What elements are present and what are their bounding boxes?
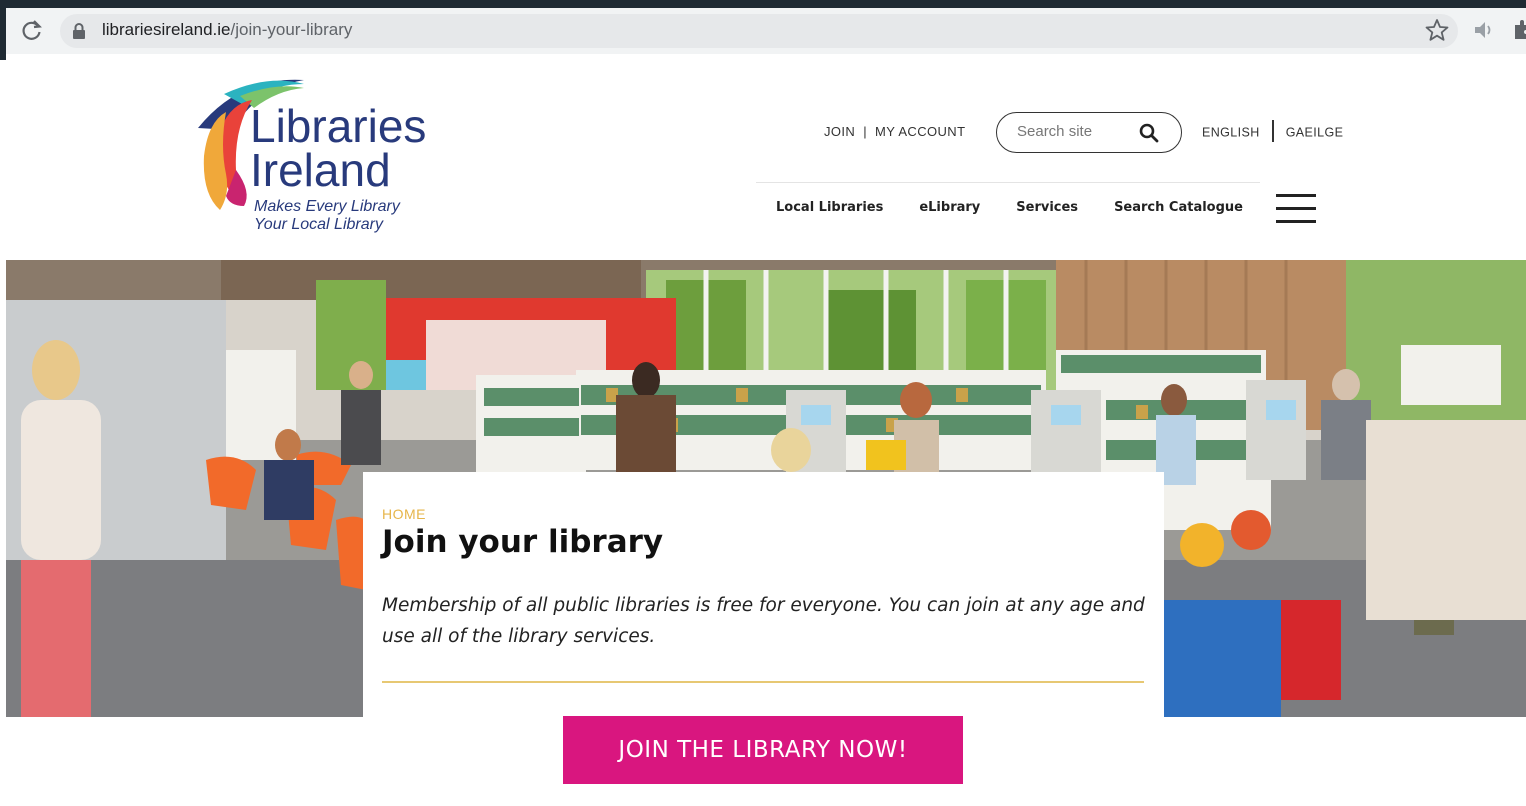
nav-search-catalogue[interactable]: Search Catalogue bbox=[1114, 200, 1243, 215]
browser-frame: librariesireland.ie/join-your-library bbox=[0, 0, 1526, 60]
logo-wordmark-ireland: Ireland bbox=[250, 144, 391, 196]
page-title: Join your library bbox=[382, 524, 664, 560]
hamburger-menu-icon[interactable] bbox=[1276, 194, 1316, 224]
extension-icon[interactable] bbox=[1512, 19, 1526, 41]
logo-tagline-2: Your Local Library bbox=[254, 216, 384, 233]
join-library-now-button[interactable]: JOIN THE LIBRARY NOW! bbox=[563, 716, 963, 784]
logo-tagline-1: Makes Every Library bbox=[254, 198, 401, 215]
language-english-link[interactable]: ENGLISH bbox=[1202, 125, 1260, 139]
star-icon[interactable] bbox=[1424, 17, 1450, 43]
speaker-icon[interactable] bbox=[1472, 19, 1496, 41]
join-link[interactable]: JOIN bbox=[824, 124, 855, 139]
main-nav: Local Libraries eLibrary Services Search Ca… bbox=[776, 200, 1243, 215]
my-account-link[interactable]: MY ACCOUNT bbox=[875, 124, 965, 139]
libraries-ireland-logo[interactable]: Libraries Ireland Makes Every Library Yo… bbox=[180, 74, 440, 236]
nav-elibrary[interactable]: eLibrary bbox=[919, 200, 980, 215]
header-divider bbox=[756, 182, 1260, 183]
browser-toolbar: librariesireland.ie/join-your-library bbox=[6, 8, 1526, 54]
nav-services[interactable]: Services bbox=[1016, 200, 1078, 215]
breadcrumb-home[interactable]: HOME bbox=[382, 506, 426, 522]
lock-icon[interactable] bbox=[72, 23, 86, 39]
search-icon[interactable] bbox=[1139, 123, 1159, 143]
nav-local-libraries[interactable]: Local Libraries bbox=[776, 200, 883, 215]
hero-content-card: HOME Join your library Membership of all… bbox=[363, 472, 1164, 718]
utility-nav: JOIN | MY ACCOUNT bbox=[824, 124, 965, 139]
search-box[interactable] bbox=[996, 112, 1182, 153]
language-separator bbox=[1271, 120, 1274, 142]
reload-icon[interactable] bbox=[20, 18, 44, 42]
card-divider bbox=[382, 681, 1144, 683]
language-nav: ENGLISH GAEILGE bbox=[1202, 120, 1344, 142]
util-nav-separator: | bbox=[863, 124, 867, 139]
intro-text: Membership of all public libraries is fr… bbox=[382, 595, 1145, 647]
language-gaeilge-link[interactable]: GAEILGE bbox=[1286, 125, 1344, 139]
search-input[interactable] bbox=[1017, 123, 1137, 140]
url-text[interactable]: librariesireland.ie/join-your-library bbox=[102, 20, 352, 40]
